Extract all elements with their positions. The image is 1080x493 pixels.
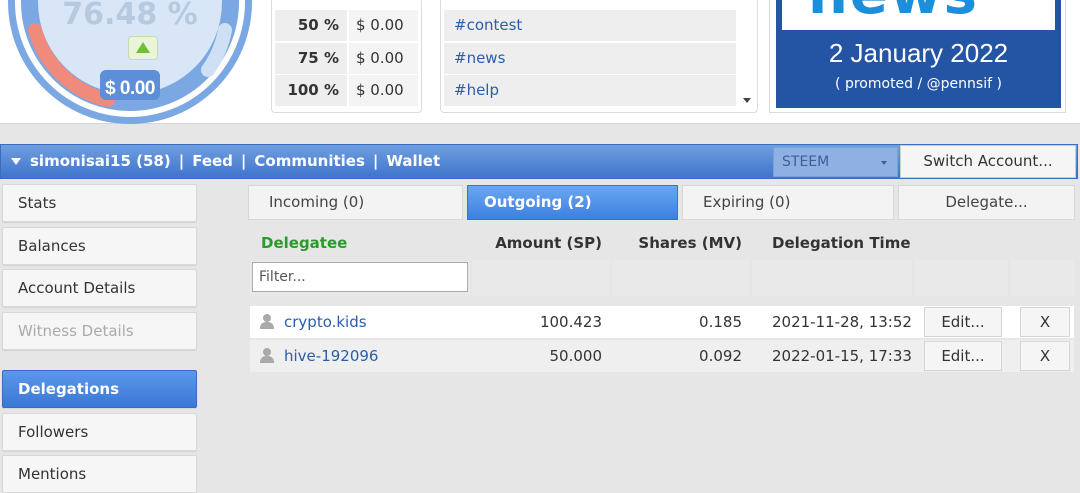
vote-value-row: 100 % $ 0.00: [275, 75, 418, 106]
news-date: 2 January 2022: [828, 38, 1009, 68]
nav-user-link[interactable]: simonisai15 (58): [30, 152, 171, 170]
top-panel: 76.48 % $ 0.00 50 % $ 0.00 75 % $ 0.00 1…: [0, 0, 1080, 124]
sidebar-item-stats[interactable]: Stats: [2, 184, 197, 222]
vote-value-row: 75 % $ 0.00: [275, 43, 418, 74]
upvote-arrow-icon: [136, 42, 150, 53]
voting-power-percent: 76.48 %: [62, 0, 198, 32]
vote-value-row: 50 % $ 0.00: [275, 10, 418, 41]
sidebar-item-account-details[interactable]: Account Details: [2, 269, 197, 307]
vote-value: $ 0.00: [349, 43, 418, 74]
sidebar-item-balances[interactable]: Balances: [2, 227, 197, 265]
sidebar-item-delegations[interactable]: Delegations: [2, 370, 197, 408]
column-header-amount[interactable]: Amount (SP): [472, 228, 602, 258]
filter-cell: [472, 260, 610, 296]
remove-delegation-button[interactable]: X: [1020, 307, 1070, 337]
news-logo: news: [782, 0, 1055, 30]
vote-percent: 100 %: [275, 75, 347, 106]
vote-percent: 75 %: [275, 43, 347, 74]
time-cell: 2022-01-15, 17:33: [772, 347, 912, 365]
collapse-menu-icon[interactable]: [11, 158, 21, 165]
sidebar-item-mentions[interactable]: Mentions: [2, 455, 197, 493]
tab-outgoing[interactable]: Outgoing (2): [467, 185, 678, 220]
sidebar-item-witness-details: Witness Details: [2, 312, 197, 350]
shares-cell: 0.185: [699, 313, 742, 331]
nav-separator: |: [178, 152, 185, 170]
chevron-down-icon: [881, 161, 887, 165]
amount-cell: 100.423: [539, 313, 602, 331]
sidebar: Stats Balances Account Details Witness D…: [0, 180, 200, 493]
vote-value-table: 50 % $ 0.00 75 % $ 0.00 100 % $ 0.00: [271, 0, 422, 113]
nav-communities-link[interactable]: Communities: [254, 152, 365, 170]
vote-value: $ 0.00: [349, 10, 418, 41]
tag-link[interactable]: #news: [444, 43, 736, 74]
delegatee-link[interactable]: crypto.kids: [284, 306, 367, 338]
vote-percent: 50 %: [275, 10, 347, 41]
account-navbar: simonisai15 (58) | Feed | Communities | Wallet…: [0, 144, 1078, 179]
scroll-down-icon[interactable]: [743, 98, 751, 103]
column-header-time[interactable]: Delegation Time: [772, 228, 911, 258]
tag-link[interactable]: #help: [444, 75, 736, 106]
delegate-button[interactable]: Delegate...: [898, 185, 1075, 220]
filter-cell: [752, 260, 912, 296]
upvote-button[interactable]: [128, 36, 158, 60]
nav-separator: |: [240, 152, 247, 170]
voting-power-gauge: 76.48 % $ 0.00: [8, 0, 252, 124]
table-row: hive-192096 50.000 0.092 2022-01-15, 17:…: [250, 340, 1074, 372]
vote-value: $ 0.00: [349, 75, 418, 106]
news-promo: ( promoted / @pennsif ): [835, 76, 1002, 92]
user-icon: [260, 348, 274, 363]
news-banner[interactable]: news 2 January 2022 ( promoted / @pennsi…: [769, 0, 1066, 113]
voting-power-value: $ 0.00: [105, 78, 155, 99]
filter-cell: Filter...: [250, 260, 470, 296]
sidebar-item-followers[interactable]: Followers: [2, 413, 197, 451]
tag-list: #contest #news #help: [440, 0, 758, 113]
user-icon: [260, 314, 274, 329]
filter-row: Filter...: [250, 260, 1074, 296]
nav-wallet-link[interactable]: Wallet: [386, 152, 440, 170]
delegations-panel: Incoming (0) Outgoing (2) Expiring (0) D…: [246, 180, 1078, 476]
amount-cell: 50.000: [549, 347, 603, 365]
time-cell: 2021-11-28, 13:52: [772, 313, 912, 331]
edit-delegation-button[interactable]: Edit...: [924, 307, 1002, 337]
filter-cell: [1010, 260, 1074, 296]
nav-separator: |: [372, 152, 379, 170]
edit-delegation-button[interactable]: Edit...: [924, 341, 1002, 371]
filter-cell: [914, 260, 1008, 296]
remove-delegation-button[interactable]: X: [1020, 341, 1070, 371]
filter-input[interactable]: Filter...: [252, 262, 468, 292]
delegatee-link[interactable]: hive-192096: [284, 340, 378, 372]
chain-select[interactable]: STEEM: [773, 147, 898, 177]
column-header-delegatee[interactable]: Delegatee: [261, 228, 347, 258]
filter-cell: [612, 260, 750, 296]
tag-link[interactable]: #contest: [444, 10, 736, 41]
nav-feed-link[interactable]: Feed: [192, 152, 233, 170]
table-row: crypto.kids 100.423 0.185 2021-11-28, 13…: [250, 306, 1074, 338]
switch-account-button[interactable]: Switch Account...: [900, 145, 1076, 178]
shares-cell: 0.092: [699, 347, 742, 365]
nav-links: simonisai15 (58) | Feed | Communities | Wallet: [30, 145, 440, 178]
tab-incoming[interactable]: Incoming (0): [248, 185, 463, 220]
column-header-shares[interactable]: Shares (MV): [612, 228, 742, 258]
news-banner-body: news 2 January 2022 ( promoted / @pennsi…: [776, 0, 1061, 108]
chain-select-value: STEEM: [782, 154, 830, 170]
tab-expiring[interactable]: Expiring (0): [682, 185, 894, 220]
